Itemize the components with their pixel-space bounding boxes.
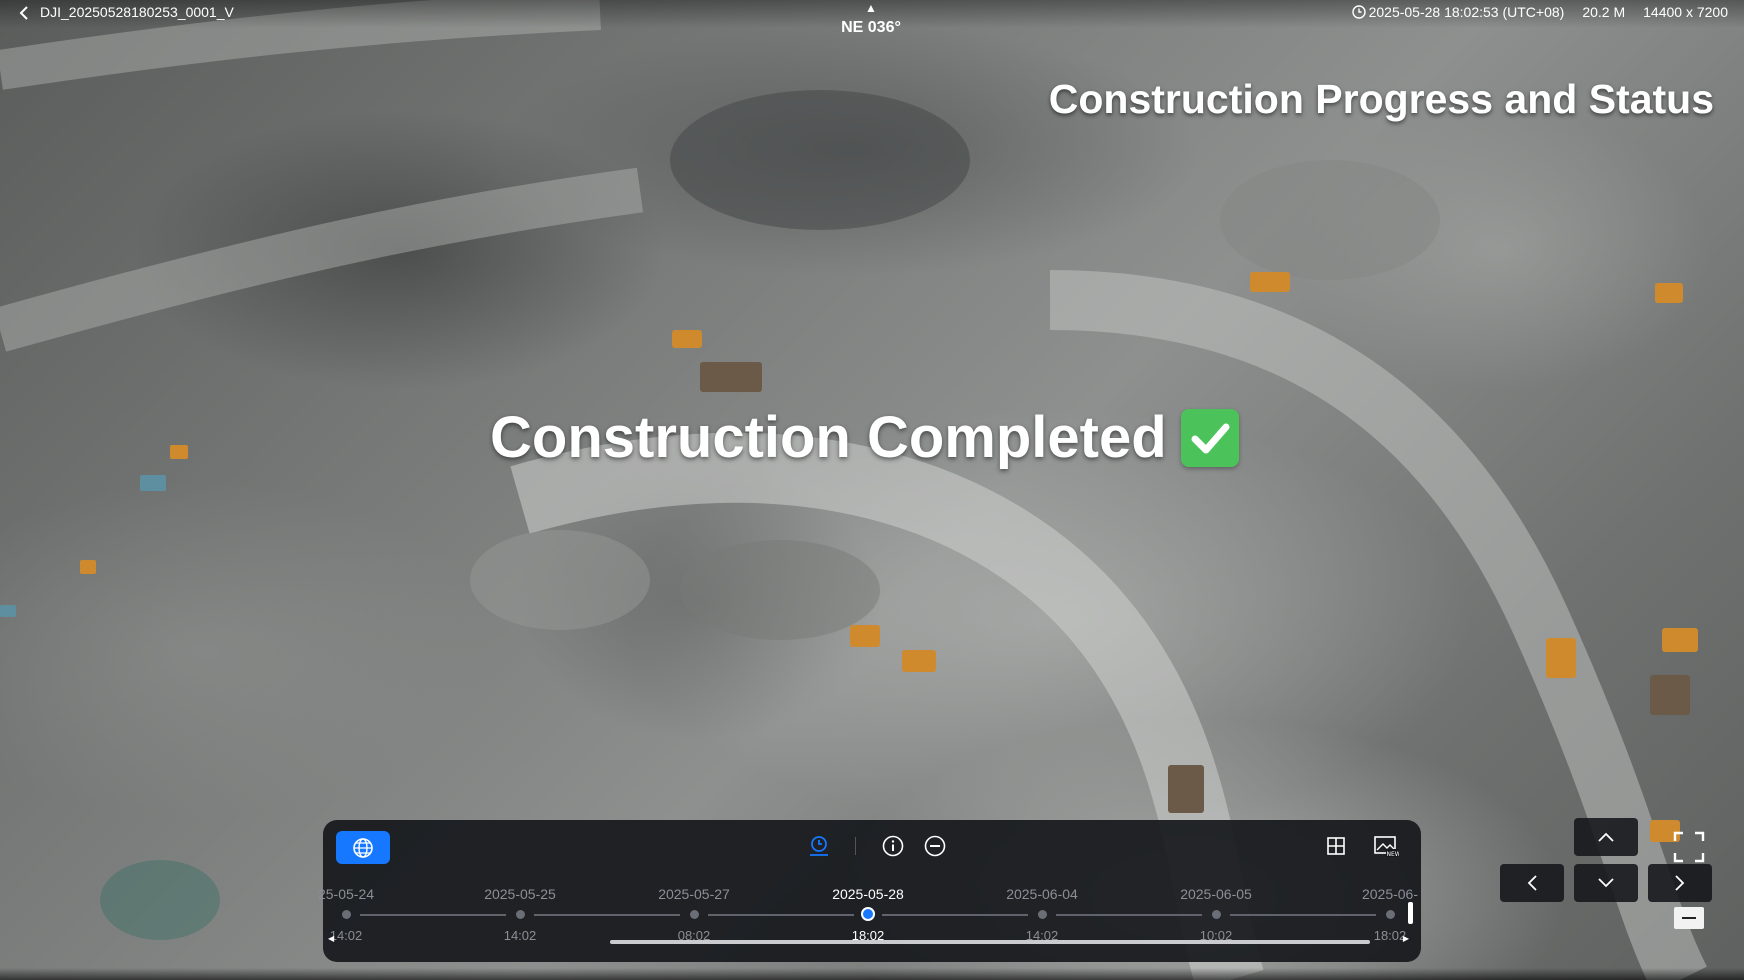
- timeline-segment: [534, 914, 680, 916]
- check-mark-icon: [1180, 408, 1239, 467]
- timeline-time-label: 14:02: [503, 928, 537, 943]
- timeline-date-label[interactable]: 2025-05-25: [460, 886, 580, 902]
- grid-icon[interactable]: [1324, 834, 1348, 858]
- altitude-value: 20.2 M: [1582, 4, 1626, 20]
- timeline-marker[interactable]: [1212, 910, 1221, 919]
- info-icon[interactable]: [881, 834, 905, 858]
- capture-time: 2025-05-28 18:02:53 (UTC+08): [1351, 4, 1565, 20]
- zoom-out-icon[interactable]: [1674, 907, 1704, 929]
- timeline-track[interactable]: [323, 907, 1421, 921]
- globe-button[interactable]: [336, 831, 390, 864]
- timeline-marker[interactable]: [342, 910, 351, 919]
- timeline-date-label[interactable]: 2025-06-05: [1156, 886, 1276, 902]
- toolbar-divider: [855, 837, 856, 855]
- timeline-active-marker[interactable]: [861, 907, 875, 921]
- resolution-value: 14400 x 7200: [1643, 4, 1728, 20]
- timeline-date-label[interactable]: 2025-05-28: [808, 886, 928, 902]
- minus-circle-icon[interactable]: [923, 834, 947, 858]
- timeline-panel: NEW 25-05-24 2025-05-25 2025-05-27 2025-05-…: [318, 820, 1421, 962]
- timeline-segment: [1230, 914, 1376, 916]
- timeline-marker[interactable]: [690, 910, 699, 919]
- north-arrow-icon: ▲: [865, 1, 877, 15]
- capture-timestamp: 2025-05-28 18:02:53 (UTC+08): [1368, 4, 1565, 20]
- svg-text:NEW: NEW: [1387, 851, 1400, 858]
- timeline-marker[interactable]: [1386, 910, 1395, 919]
- scroll-right-icon[interactable]: ▶: [1403, 934, 1409, 943]
- bottom-edge: [0, 968, 1744, 980]
- status-text: Construction Completed: [490, 405, 1167, 470]
- new-image-icon[interactable]: NEW: [1373, 834, 1401, 858]
- scroll-left-icon[interactable]: ◀: [328, 934, 334, 943]
- overlay-status: Construction Completed: [490, 404, 1239, 471]
- clock-icon: [1351, 5, 1366, 19]
- globe-icon: [353, 837, 373, 858]
- timeline-segment: [708, 914, 854, 916]
- timeline-date-label[interactable]: 25-05-24: [286, 886, 406, 902]
- chevron-right-icon: [1675, 875, 1685, 891]
- capture-metadata: 2025-05-28 18:02:53 (UTC+08) 20.2 M 1440…: [1351, 4, 1728, 20]
- overlay-title: Construction Progress and Status: [1048, 76, 1714, 122]
- timeline-date-label[interactable]: 2025-06-: [1330, 886, 1450, 902]
- top-bar: DJI_20250528180253_0001_V ▲ NE 036° 2025…: [0, 0, 1744, 36]
- chevron-up-icon: [1598, 832, 1614, 842]
- fullscreen-icon[interactable]: [1672, 830, 1706, 864]
- timeline-marker[interactable]: [1038, 910, 1047, 919]
- timeline-date-label[interactable]: 2025-06-04: [982, 886, 1102, 902]
- chevron-left-icon[interactable]: [16, 3, 34, 23]
- timeline-time-label: 14:02: [329, 928, 363, 943]
- compass-heading: NE 036°: [841, 19, 901, 36]
- pan-up-button[interactable]: [1574, 818, 1638, 856]
- chevron-down-icon: [1598, 878, 1614, 888]
- file-name: DJI_20250528180253_0001_V: [40, 4, 234, 20]
- chevron-left-icon: [1527, 875, 1537, 891]
- timeline-dates: 25-05-24 2025-05-25 2025-05-27 2025-05-28 20…: [318, 886, 1421, 902]
- timeline-segment: [360, 914, 506, 916]
- pan-right-button[interactable]: [1648, 864, 1712, 902]
- pan-down-button[interactable]: [1574, 864, 1638, 902]
- timeline-segment: [882, 914, 1028, 916]
- timeline-segment: [1056, 914, 1202, 916]
- timeline-scroll-indicator[interactable]: [1408, 902, 1413, 924]
- timeline-icon[interactable]: [807, 834, 831, 858]
- compass-indicator: ▲ NE 036°: [836, 2, 906, 37]
- pan-left-button[interactable]: [1500, 864, 1564, 902]
- timeline-scrollbar[interactable]: [610, 940, 1370, 944]
- timeline-date-label[interactable]: 2025-05-27: [634, 886, 754, 902]
- timeline-marker[interactable]: [516, 910, 525, 919]
